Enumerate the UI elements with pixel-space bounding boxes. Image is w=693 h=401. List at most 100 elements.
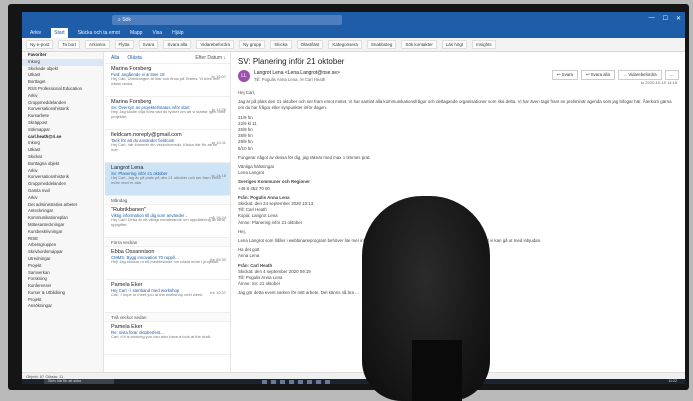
list-item[interactable]: Marina Forsberg Fwd: angående vi & Swe 1… [105,64,230,97]
list-item[interactable]: Pamela Eker Re: sista förar oktoberfest.… [105,322,230,355]
folder-item[interactable]: Projekt [22,263,103,270]
folder-item[interactable]: Inkorg [22,140,103,147]
folder-item[interactable]: Gruppmeddelanden [22,181,103,188]
email-sender[interactable]: Langrot Lena <Lena.Langrot@rise.se> [254,70,340,76]
paragraph: Fungerar något av dessa för dig, jag räk… [238,154,371,160]
group-header[interactable]: Måndag [105,196,230,205]
tab-start[interactable]: Start [51,28,68,38]
list-item[interactable]: Pamela Eker Hej Carl - i samband med wor… [105,280,230,313]
tab-mapp[interactable]: Mapp [130,28,143,38]
folder-item[interactable]: Projekt [22,297,103,304]
folder-item[interactable]: Ansökningar [22,303,103,310]
folder-item[interactable]: Gamla mail [22,188,103,195]
tab-hjalp[interactable]: Hjälp [172,28,183,38]
folder-item[interactable]: Inkorg [22,58,103,66]
favorites-header[interactable]: Favoriter [22,52,103,59]
delete-button[interactable]: Ta bort [58,40,81,49]
date-option: 21/9 hn [238,114,253,120]
folder-item[interactable]: Arkiv [22,93,103,100]
folder-item[interactable]: Det administrativa arbetet [22,202,103,209]
folder-item[interactable]: Kursbeskrivningar [22,229,103,236]
categorize-button[interactable]: Kategorisera [328,40,362,49]
close-button[interactable]: ✕ [676,15,681,22]
find-contacts-button[interactable]: Sök kontakter [401,40,437,49]
folder-item[interactable]: Kurser & Utbildning [22,290,103,297]
fwd-cc: Kopia: Langrot Lena [238,213,278,219]
taskbar-search[interactable]: Skriv här för att söka [44,379,114,384]
list-item-selected[interactable]: Langrot Lena Sv: Planering inför 21 okto… [105,163,230,196]
signature-line: Vänliga hälsningar [238,164,275,170]
move-button[interactable]: Flytta [114,40,134,49]
folder-item[interactable]: Utredningar [22,256,103,263]
tab-skicka[interactable]: Skicka och ta emot [78,28,120,38]
send-button[interactable]: Skicka [270,40,292,49]
account-header[interactable]: carl.heath@ri.se [22,134,103,141]
minimize-button[interactable]: — [649,15,655,22]
sort-filter[interactable]: Efter Datum ↓ [195,55,226,61]
tab-all[interactable]: Alla [111,55,119,61]
taskbar-app-icon[interactable] [307,379,312,384]
msg-preview: Hej! Jag skulle vilja höra vad du tycker… [111,109,226,119]
folder-item[interactable]: Konferenser [22,283,103,290]
folder-item[interactable]: Skräppost [22,120,103,127]
folder-item[interactable]: Kursarbete [22,113,103,120]
forward-button[interactable]: → Vidarebefordra [617,70,662,80]
folder-item[interactable]: Arkiv [22,195,103,202]
list-item[interactable]: "Rubrikbanen" Viktig information till di… [105,205,230,238]
list-item[interactable]: fieldcam.noreply@gmail.com Tack för att … [105,130,230,163]
taskbar-app-icon[interactable] [298,379,303,384]
folder-item[interactable]: Konversationshistorik [22,174,103,181]
list-item[interactable]: Marina Forsberg Sv: Översyn av projektet… [105,97,230,130]
folder-item[interactable]: Arbetsgruppen [22,242,103,249]
read-aloud-button[interactable]: Läs högt [441,40,468,49]
folder-item[interactable]: RSS Professional Education [22,86,103,93]
tab-unread[interactable]: Olästa [127,55,141,61]
quicksteps-button[interactable]: Snabbsteg [366,40,397,49]
taskbar-clock[interactable]: 11:22 [668,379,677,384]
more-icon[interactable]: … [664,70,679,80]
new-email-button[interactable]: Ny e-post [26,40,54,49]
group-header[interactable]: Två veckor sedan [105,313,230,322]
folder-item[interactable]: RISE [22,236,103,243]
insights-button[interactable]: Insights [472,40,496,49]
forward-button[interactable]: Vidarebefordra [196,40,235,49]
unread-read-button[interactable]: Oläst/läst [296,40,324,49]
list-item[interactable]: Ebba Ossannison CMMS, Bygg innovation 70… [105,247,230,280]
reply-button[interactable]: ↩ Svara [551,70,578,80]
search-box[interactable]: ⌕ Sök [112,15,342,25]
folder-item[interactable]: Borttaget [22,79,103,86]
avatar[interactable]: LL [238,70,250,82]
folder-item[interactable]: Arkiv [22,168,103,175]
folder-item[interactable]: Utkast [22,72,103,79]
folder-item[interactable]: Borttagna objekt [22,161,103,168]
taskbar-app-icon[interactable] [316,379,321,384]
folder-item[interactable]: Gruppmeddelanden [22,100,103,107]
folder-item[interactable]: Konversationshistorik [22,106,103,113]
tab-arkiv[interactable]: Arkiv [30,28,41,38]
folder-item[interactable]: Forskning [22,276,103,283]
folder-item[interactable]: Sökmappar [22,127,103,134]
archive-button[interactable]: Arkivera [85,40,110,49]
taskbar-app-icon[interactable] [325,379,330,384]
folder-item[interactable]: Mötesanteckningar [22,222,103,229]
taskbar-app-icon[interactable] [262,379,267,384]
reply-button[interactable]: Svara [138,40,159,49]
group-header[interactable]: Förra veckan [105,238,230,247]
folder-item[interactable]: Utkast [22,147,103,154]
maximize-button[interactable]: ☐ [663,15,668,22]
taskbar-app-icon[interactable] [289,379,294,384]
taskbar-app-icon[interactable] [280,379,285,384]
folder-item[interactable]: Skrivbordsmappar [22,249,103,256]
msg-preview: Hej Carl, här kommer din veckoöversikt. … [111,142,218,152]
tab-visa[interactable]: Visa [152,28,162,38]
reply-all-button[interactable]: Svara alla [163,40,192,49]
folder-item[interactable]: Samverkan [22,270,103,277]
greeting: Hej Carl, [238,90,256,95]
new-group-button[interactable]: Ny grupp [239,40,266,49]
folder-item[interactable]: Skickade objekt [22,66,103,73]
folder-item[interactable]: Skickat [22,154,103,161]
folder-item[interactable]: Anteckningar [22,208,103,215]
folder-item[interactable]: Kommunikationsplan [22,215,103,222]
taskbar-app-icon[interactable] [271,379,276,384]
reply-all-button[interactable]: ↩ Svara alla [580,70,615,80]
